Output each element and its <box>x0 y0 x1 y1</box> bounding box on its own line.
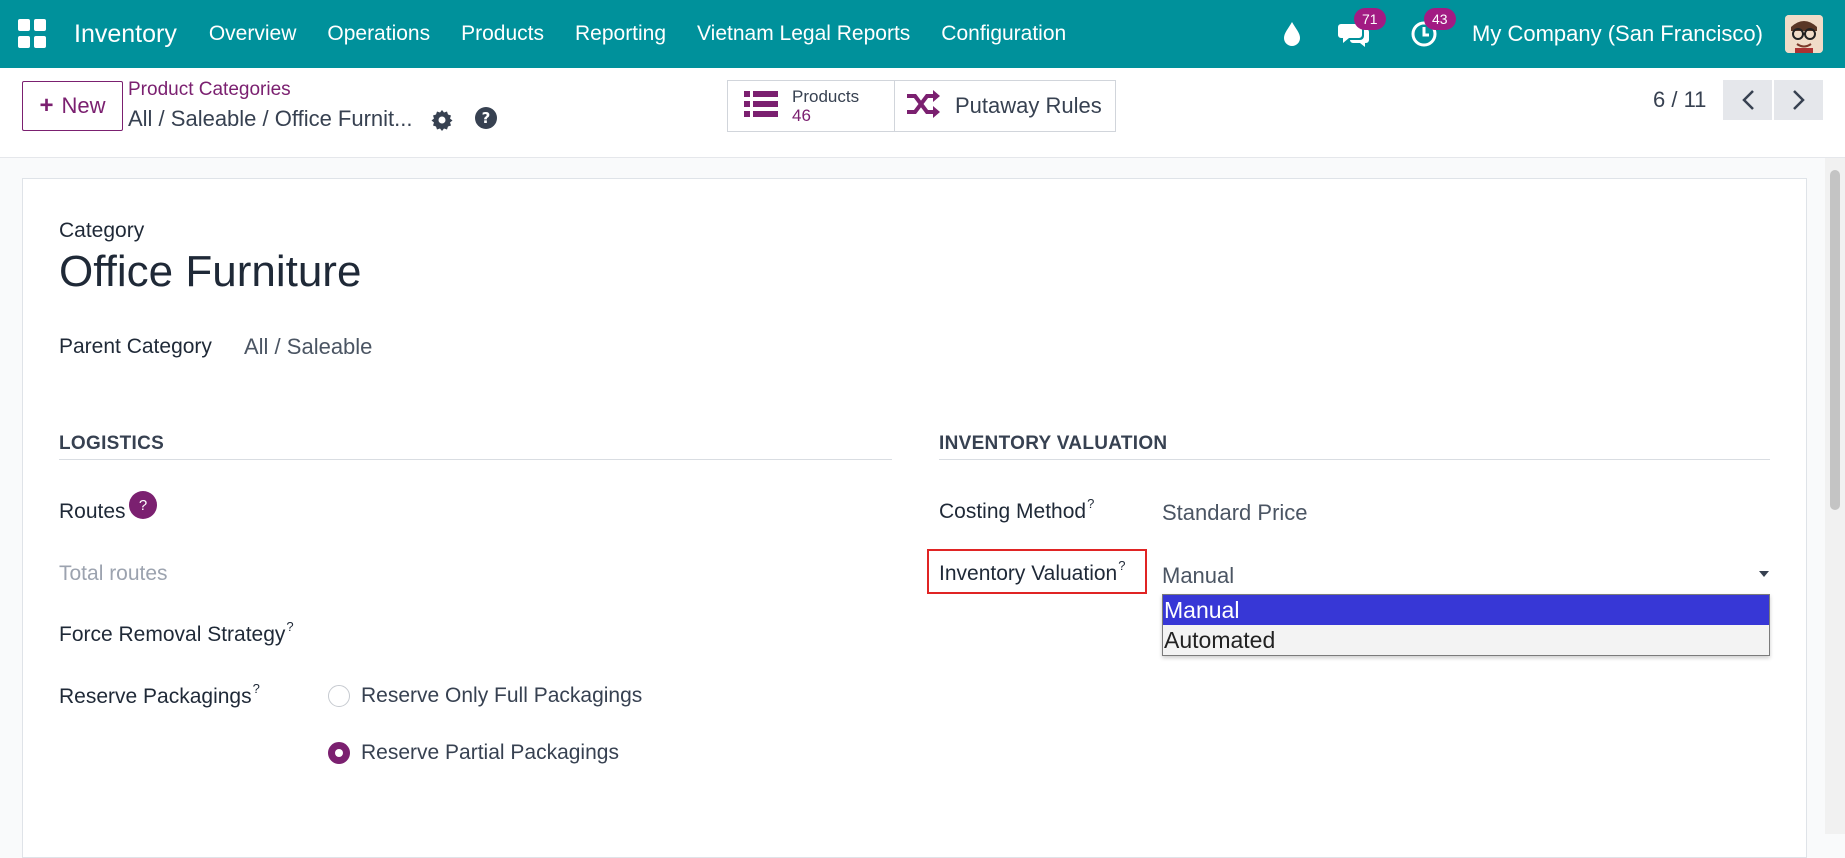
top-navbar: Inventory Overview Operations Products R… <box>0 0 1845 68</box>
costing-method-text: Costing Method <box>939 500 1087 523</box>
total-routes-placeholder: Total routes <box>59 562 168 585</box>
scrollbar-thumb[interactable] <box>1830 170 1840 510</box>
inventory-valuation-select[interactable]: Manual <box>1162 563 1234 589</box>
tooltip-icon[interactable]: ? <box>1118 558 1125 573</box>
menu-overview[interactable]: Overview <box>209 22 297 46</box>
routes-help-icon[interactable]: ? <box>129 491 157 519</box>
tooltip-icon[interactable]: ? <box>286 619 293 634</box>
app-title[interactable]: Inventory <box>74 20 177 49</box>
inventory-valuation-dropdown: Manual Automated <box>1162 594 1770 656</box>
force-removal-strategy-text: Force Removal Strategy <box>59 623 286 646</box>
svg-text:?: ? <box>482 109 491 127</box>
help-icon[interactable]: ? <box>474 106 500 132</box>
putaway-rules-smart-button[interactable]: Putaway Rules <box>894 80 1116 132</box>
gear-icon[interactable] <box>430 108 454 132</box>
chevron-right-icon <box>1792 90 1805 110</box>
force-removal-strategy-label: Force Removal Strategy? <box>59 619 294 647</box>
putaway-rules-label: Putaway Rules <box>955 93 1102 118</box>
pager-next-button[interactable] <box>1774 80 1823 120</box>
radio-reserve-only-full[interactable] <box>328 685 350 707</box>
option-manual[interactable]: Manual <box>1163 595 1769 625</box>
products-smart-button[interactable]: Products 46 <box>727 80 895 132</box>
costing-method-field[interactable]: Standard Price <box>1162 500 1308 526</box>
drop-icon[interactable] <box>1272 14 1312 54</box>
company-switcher[interactable]: My Company (San Francisco) <box>1472 21 1763 47</box>
inventory-valuation-divider <box>939 459 1770 460</box>
vertical-scrollbar[interactable] <box>1825 158 1845 834</box>
reserve-packagings-label: Reserve Packagings? <box>59 681 260 709</box>
option-automated[interactable]: Automated <box>1163 625 1769 655</box>
reserve-only-full-label[interactable]: Reserve Only Full Packagings <box>361 684 642 708</box>
menu-configuration[interactable]: Configuration <box>941 22 1066 46</box>
new-button-label: New <box>61 93 106 118</box>
parent-category-field[interactable]: All / Saleable <box>244 334 372 360</box>
reserve-packagings-text: Reserve Packagings <box>59 685 252 708</box>
plus-icon: + <box>39 92 54 119</box>
breadcrumb-current-record: All / Saleable / Office Furnit... <box>128 106 413 131</box>
radio-reserve-partial[interactable] <box>328 742 350 764</box>
app-switcher-icon[interactable] <box>18 19 48 49</box>
activities-clock-icon[interactable]: 43 <box>1404 8 1456 54</box>
messages-icon[interactable]: 71 <box>1334 8 1386 54</box>
menu-reporting[interactable]: Reporting <box>575 22 666 46</box>
menu-operations[interactable]: Operations <box>327 22 430 46</box>
select-caret-icon[interactable] <box>1759 571 1769 577</box>
user-avatar[interactable] <box>1785 15 1823 53</box>
category-name-field[interactable]: Office Furniture <box>59 247 361 297</box>
new-button[interactable]: + New <box>22 81 123 131</box>
logistics-divider <box>59 459 892 460</box>
category-label: Category <box>59 219 145 242</box>
parent-category-label: Parent Category <box>59 335 212 358</box>
tooltip-icon[interactable]: ? <box>253 681 260 696</box>
messages-count-badge: 71 <box>1354 8 1386 30</box>
logistics-section-title: LOGISTICS <box>59 433 165 454</box>
costing-method-label: Costing Method? <box>939 496 1094 524</box>
inventory-valuation-section-title: INVENTORY VALUATION <box>939 433 1168 454</box>
tooltip-icon[interactable]: ? <box>1087 496 1094 511</box>
chevron-left-icon <box>1741 90 1754 110</box>
products-smart-label: Products <box>792 87 860 106</box>
products-smart-count: 46 <box>792 106 811 125</box>
pager-previous-button[interactable] <box>1723 80 1772 120</box>
list-icon <box>744 90 778 123</box>
control-panel: + New Product Categories All / Saleable … <box>0 68 1845 158</box>
breadcrumb-product-categories[interactable]: Product Categories <box>128 79 291 101</box>
routes-label: Routes <box>59 500 126 523</box>
inventory-valuation-label: Inventory Valuation? <box>939 558 1125 586</box>
shuffle-icon <box>905 89 941 123</box>
pager-value[interactable]: 6 / 11 <box>1653 87 1706 113</box>
menu-vietnam-legal-reports[interactable]: Vietnam Legal Reports <box>697 22 910 46</box>
inventory-valuation-text: Inventory Valuation <box>939 562 1118 585</box>
menu-products[interactable]: Products <box>461 22 544 46</box>
reserve-partial-label[interactable]: Reserve Partial Packagings <box>361 741 619 765</box>
activities-count-badge: 43 <box>1424 8 1456 30</box>
